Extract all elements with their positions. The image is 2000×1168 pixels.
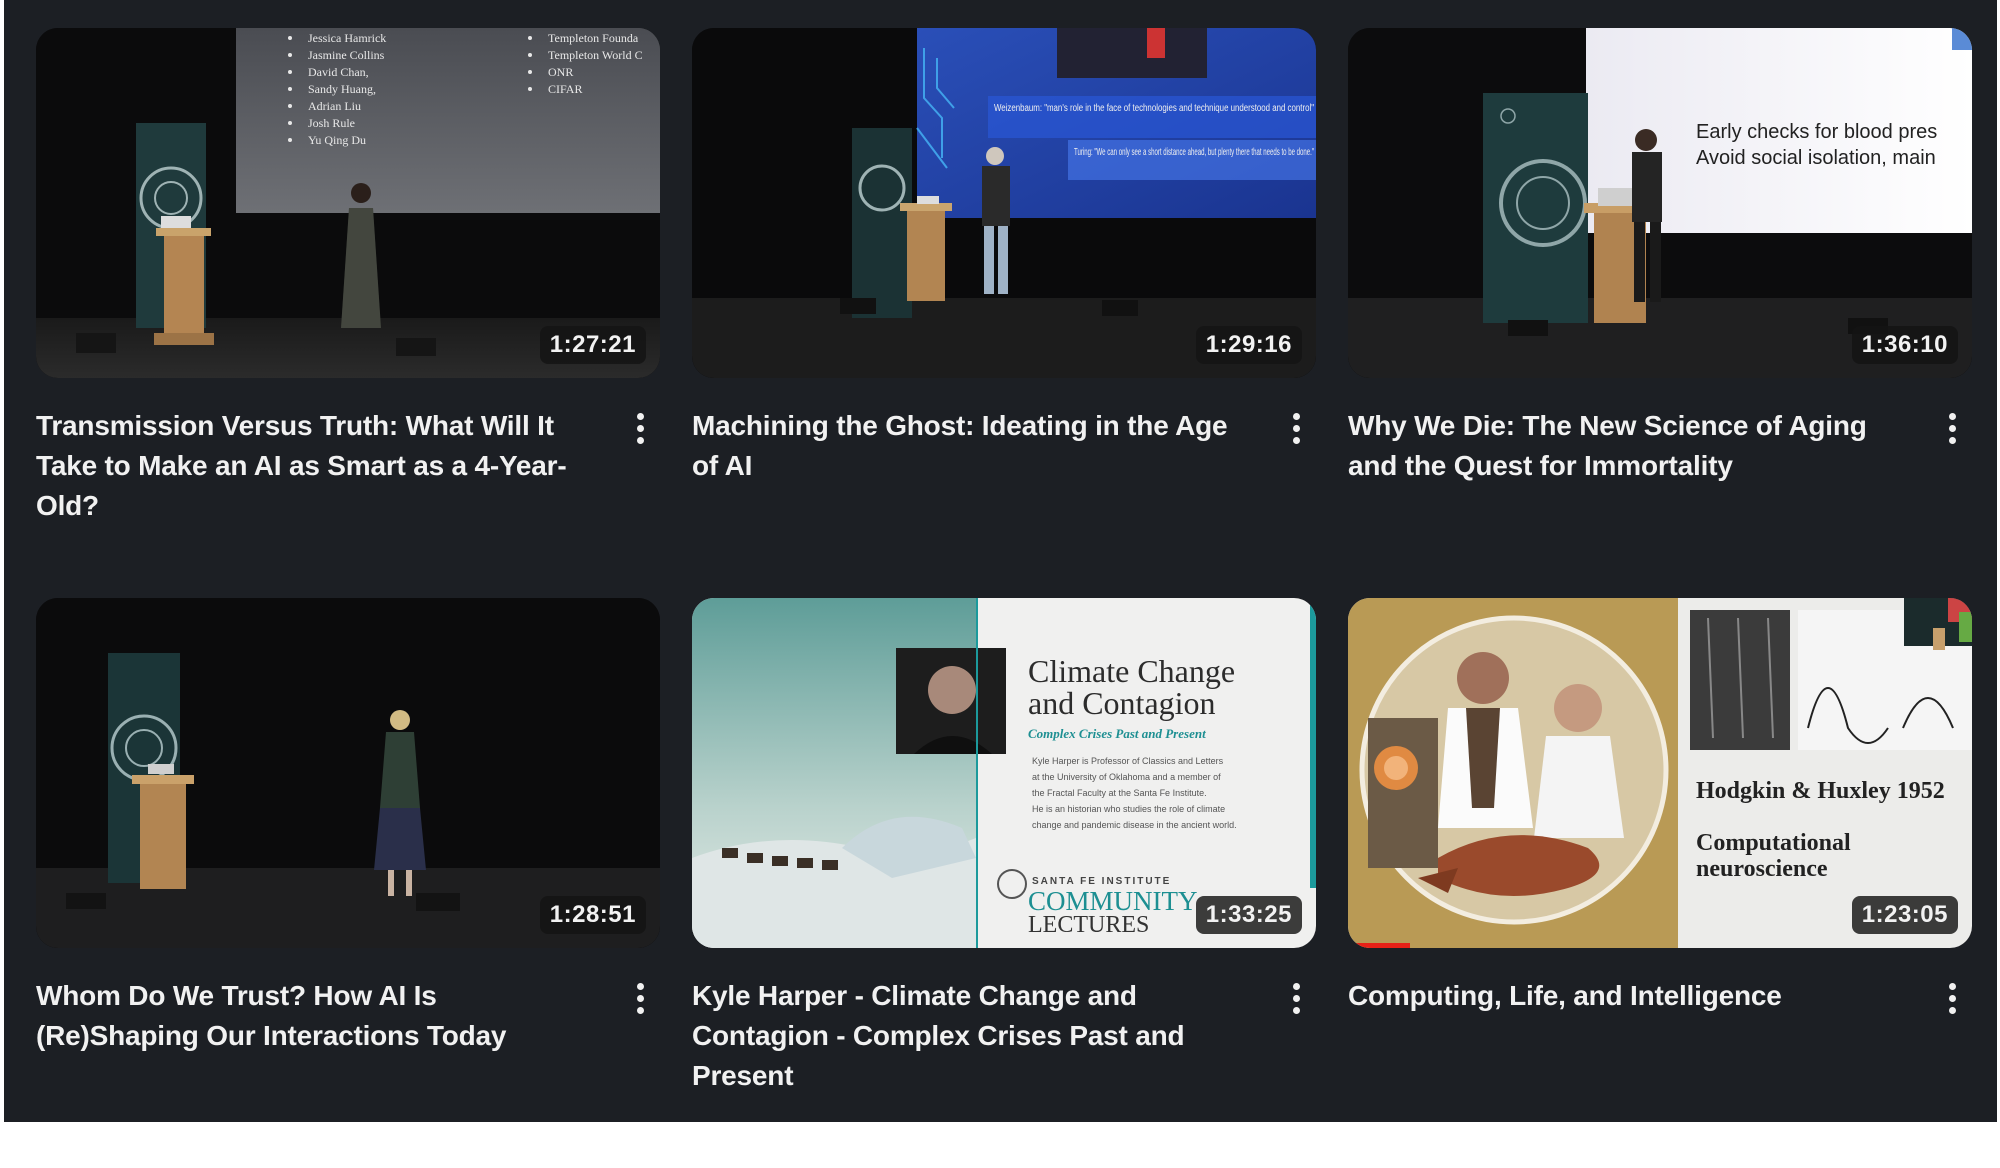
slide-bio: at the University of Oklahoma and a memb… <box>1032 772 1221 782</box>
video-card[interactable]: Weizenbaum: "man's role in the face of t… <box>692 28 1316 598</box>
video-duration: 1:23:05 <box>1851 896 1958 934</box>
video-grid: Jessica Hamrick Jasmine Collins David Ch… <box>36 28 1972 1168</box>
video-title[interactable]: Computing, Life, and Intelligence <box>1348 976 1938 1020</box>
video-meta: Kyle Harper - Climate Change and Contagi… <box>692 976 1316 1096</box>
video-grid-page: Jessica Hamrick Jasmine Collins David Ch… <box>4 0 1997 1122</box>
video-card[interactable]: Early checks for blood pres Avoid social… <box>1348 28 1972 598</box>
more-vert-icon[interactable] <box>626 406 654 450</box>
video-title[interactable]: Machining the Ghost: Ideating in the Age… <box>692 406 1282 486</box>
slide-name: Jessica Hamrick <box>308 31 386 45</box>
slide-quote: Turing: "We can only see a short distanc… <box>1074 147 1314 158</box>
slide-name: Jasmine Collins <box>308 48 385 62</box>
more-vert-icon[interactable] <box>1282 406 1310 450</box>
slide-funder: CIFAR <box>548 82 582 96</box>
watch-progress-bar <box>1348 943 1411 948</box>
video-card[interactable]: 1:28:51 Whom Do We Trust? How AI Is (Re)… <box>36 598 660 1168</box>
more-vert-icon[interactable] <box>1938 976 1966 1020</box>
video-meta: Computing, Life, and Intelligence <box>1348 976 1972 1020</box>
slide-funder: Templeton Founda <box>548 31 639 45</box>
slide-line: Early checks for blood pres <box>1696 121 1937 143</box>
slide-name: David Chan, <box>308 65 369 79</box>
more-vert-icon[interactable] <box>626 976 654 1020</box>
video-thumbnail[interactable]: Weizenbaum: "man's role in the face of t… <box>692 28 1316 378</box>
slide-bio: the Fractal Faculty at the Santa Fe Inst… <box>1032 788 1207 798</box>
video-duration: 1:28:51 <box>539 896 646 934</box>
slide-name: Sandy Huang, <box>308 82 376 96</box>
video-meta: Whom Do We Trust? How AI Is (Re)Shaping … <box>36 976 660 1056</box>
video-thumbnail[interactable]: 1:28:51 <box>36 598 660 948</box>
slide-bio: He is an historian who studies the role … <box>1032 804 1225 814</box>
video-thumbnail[interactable]: Early checks for blood pres Avoid social… <box>1348 28 1972 378</box>
slide-subheading: Computational <box>1696 830 1851 856</box>
video-card[interactable]: Hodgkin & Huxley 1952 Computational neur… <box>1348 598 1972 1168</box>
video-meta: Transmission Versus Truth: What Will It … <box>36 406 660 526</box>
video-title[interactable]: Transmission Versus Truth: What Will It … <box>36 406 626 526</box>
slide-name: Yu Qing Du <box>308 133 366 147</box>
more-vert-icon[interactable] <box>1282 976 1310 1020</box>
slide-line: Avoid social isolation, main <box>1696 147 1936 169</box>
slide-series: LECTURES <box>1028 912 1149 938</box>
video-thumbnail[interactable]: Hodgkin & Huxley 1952 Computational neur… <box>1348 598 1972 948</box>
video-title[interactable]: Why We Die: The New Science of Aging and… <box>1348 406 1938 486</box>
video-meta: Why We Die: The New Science of Aging and… <box>1348 406 1972 486</box>
slide-subheading: Complex Crises Past and Present <box>1028 726 1206 741</box>
slide-funder: ONR <box>548 65 573 79</box>
video-duration: 1:27:21 <box>539 326 646 364</box>
video-thumbnail[interactable]: Jessica Hamrick Jasmine Collins David Ch… <box>36 28 660 378</box>
video-duration: 1:29:16 <box>1195 326 1302 364</box>
slide-heading: and Contagion <box>1028 685 1216 721</box>
video-card[interactable]: Climate Change and Contagion Complex Cri… <box>692 598 1316 1168</box>
more-vert-icon[interactable] <box>1938 406 1966 450</box>
slide-subheading: neuroscience <box>1696 856 1828 882</box>
slide-heading: Climate Change <box>1028 653 1235 689</box>
slide-name: Adrian Liu <box>308 99 361 113</box>
slide-heading: Hodgkin & Huxley 1952 <box>1696 778 1945 804</box>
slide-bio: Kyle Harper is Professor of Classics and… <box>1032 756 1224 766</box>
video-duration: 1:33:25 <box>1195 896 1302 934</box>
slide-bio: change and pandemic disease in the ancie… <box>1032 820 1237 830</box>
video-thumbnail[interactable]: Climate Change and Contagion Complex Cri… <box>692 598 1316 948</box>
slide-quote: Weizenbaum: "man's role in the face of t… <box>994 103 1314 114</box>
video-meta: Machining the Ghost: Ideating in the Age… <box>692 406 1316 486</box>
video-card[interactable]: Jessica Hamrick Jasmine Collins David Ch… <box>36 28 660 598</box>
slide-name: Josh Rule <box>308 116 355 130</box>
video-duration: 1:36:10 <box>1851 326 1958 364</box>
video-title[interactable]: Kyle Harper - Climate Change and Contagi… <box>692 976 1282 1096</box>
slide-funder: Templeton World C <box>548 48 643 62</box>
video-title[interactable]: Whom Do We Trust? How AI Is (Re)Shaping … <box>36 976 626 1056</box>
